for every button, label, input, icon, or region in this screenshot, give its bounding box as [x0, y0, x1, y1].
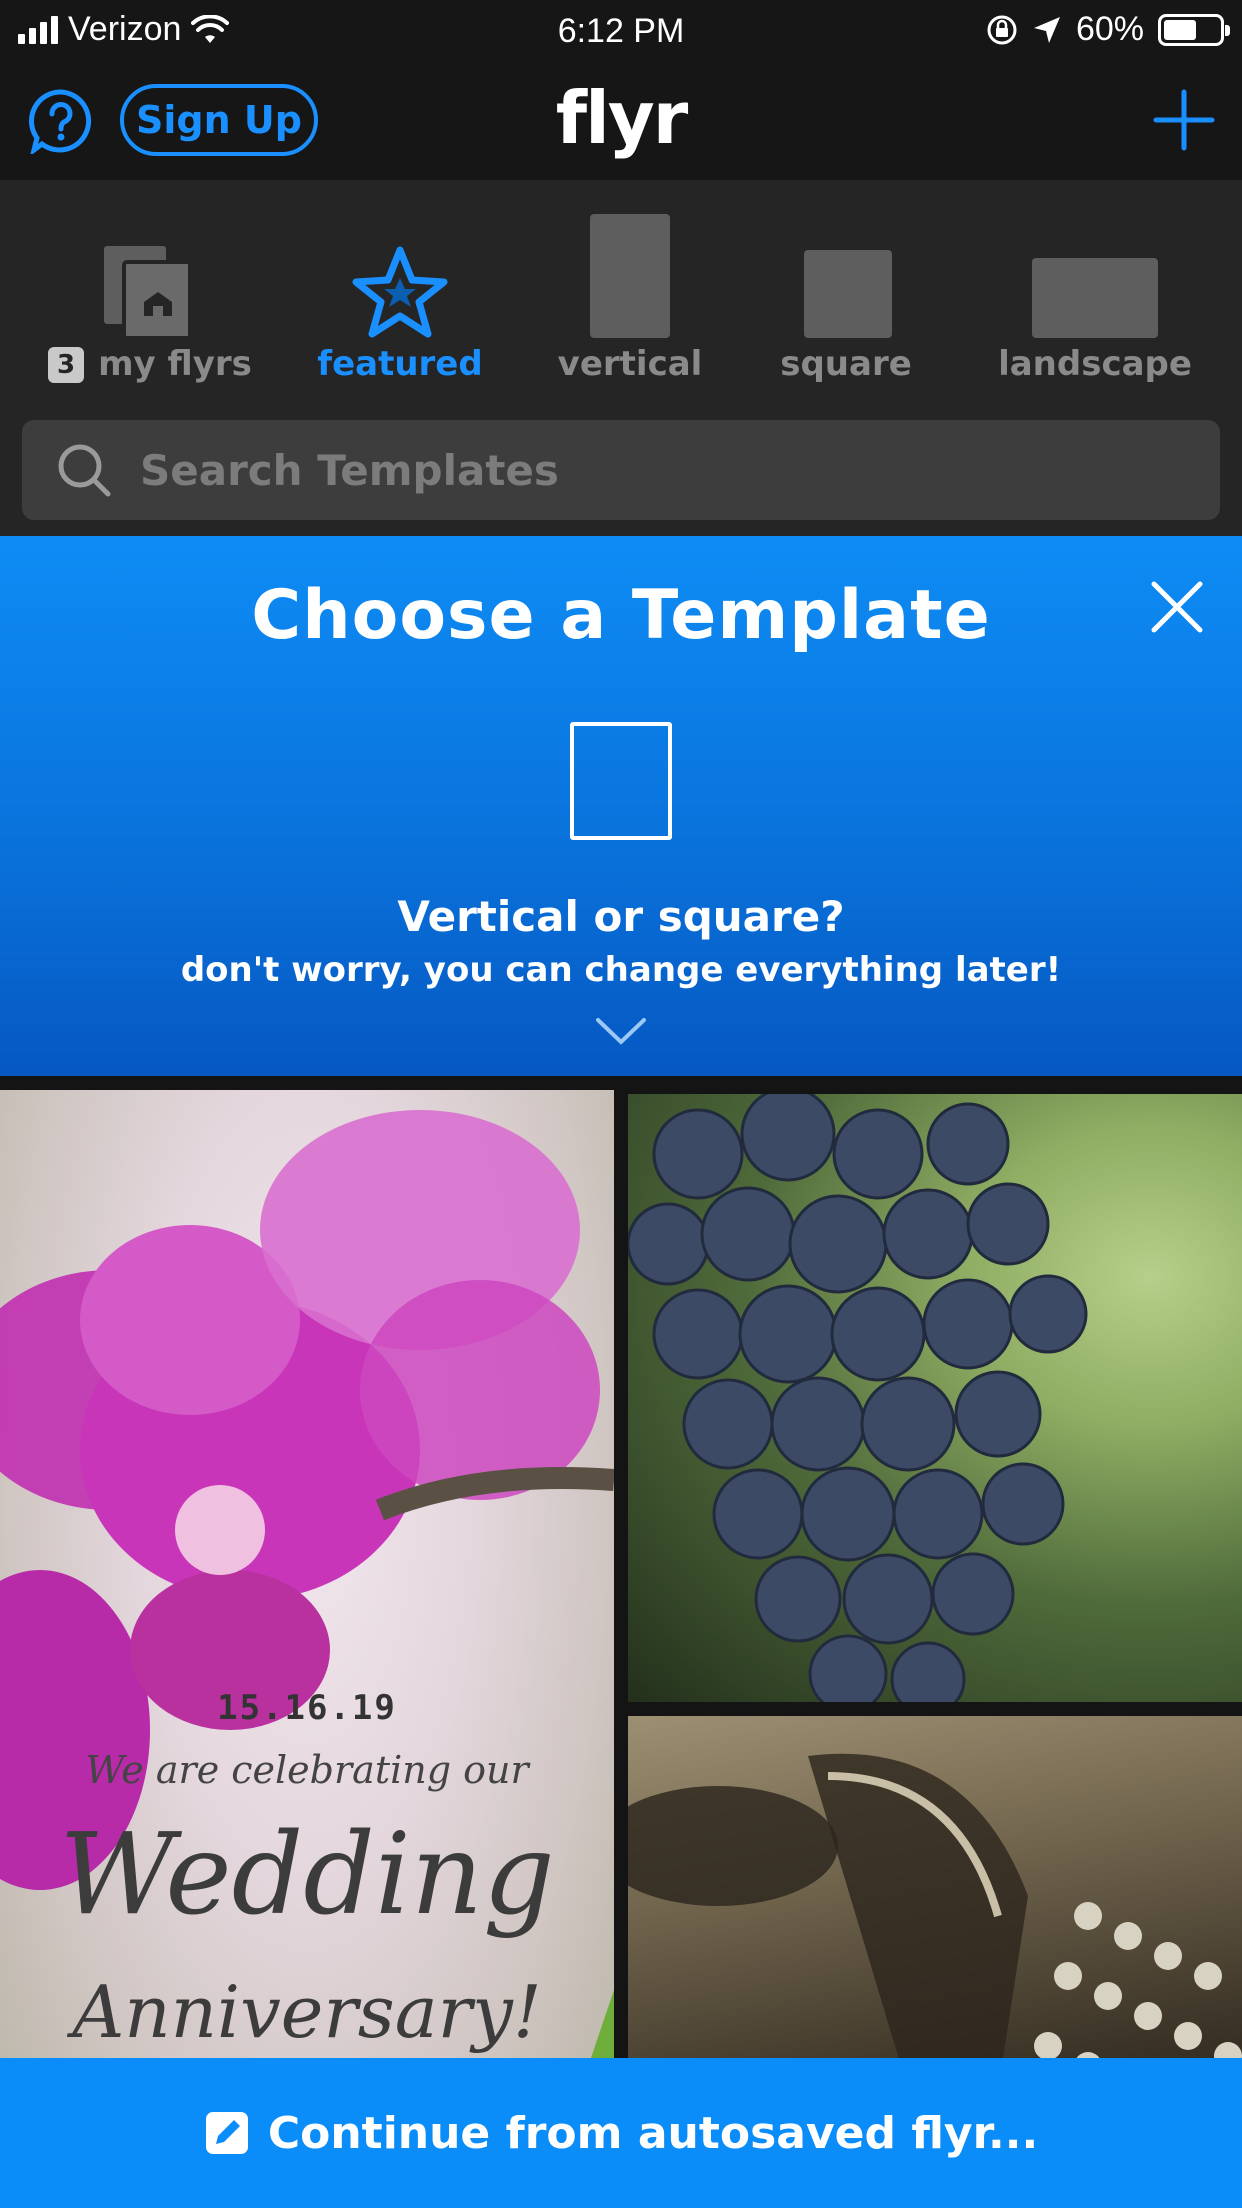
- top-nav-bar: Sign Up flyr: [0, 62, 1242, 180]
- search-icon: [58, 444, 111, 497]
- tab-featured-label: featured: [317, 344, 483, 384]
- search-input[interactable]: [140, 420, 1180, 520]
- continue-autosaved-label: Continue from autosaved flyr...: [267, 2107, 1039, 2159]
- template-grid: 15.16.19 We are celebrating our Wedding …: [0, 1076, 1242, 2208]
- square-frame-icon: [804, 250, 892, 338]
- star-icon: [352, 246, 448, 338]
- vertical-frame-icon: [590, 214, 670, 338]
- wedding-line: We are celebrating our: [85, 1748, 529, 1792]
- tab-my-flyrs-label: my flyrs: [98, 344, 252, 384]
- rotation-lock-icon: [987, 15, 1017, 44]
- sign-up-button[interactable]: Sign Up: [120, 84, 318, 156]
- edit-icon: [205, 2112, 248, 2154]
- landscape-frame-icon: [1032, 258, 1158, 338]
- vertical-frame-illustration: [570, 722, 672, 840]
- location-arrow-icon: [1033, 16, 1060, 43]
- template-card-wedding[interactable]: 15.16.19 We are celebrating our Wedding …: [0, 1090, 614, 2208]
- tab-my-flyrs[interactable]: 3 my flyrs: [40, 180, 260, 410]
- banner-question: Vertical or square?: [397, 892, 845, 941]
- banner-subtitle: don't worry, you can change everything l…: [180, 950, 1062, 990]
- search-field[interactable]: [22, 420, 1220, 520]
- wedding-anniversary: Anniversary!: [72, 1970, 542, 2054]
- tab-vertical-label: vertical: [557, 344, 703, 384]
- my-flyrs-icon: [104, 246, 192, 340]
- chevron-down-icon[interactable]: [594, 1016, 648, 1048]
- choose-template-banner: Choose a Template Vertical or square? do…: [0, 536, 1242, 1076]
- help-icon[interactable]: [28, 88, 94, 154]
- add-icon[interactable]: [1152, 88, 1216, 152]
- my-flyrs-count-badge: 3: [48, 347, 85, 383]
- tab-landscape-label: landscape: [998, 344, 1192, 384]
- battery-icon: [1158, 13, 1230, 46]
- status-right: 60%: [986, 10, 1230, 49]
- wedding-heading: Wedding: [59, 1810, 555, 1940]
- tab-square-label: square: [780, 344, 912, 384]
- grapes-image: [628, 1094, 1088, 1702]
- tab-vertical[interactable]: vertical: [540, 180, 720, 410]
- tab-landscape[interactable]: landscape: [980, 180, 1210, 410]
- banner-title: Choose a Template: [251, 576, 991, 655]
- template-card-grapes[interactable]: [628, 1094, 1242, 1702]
- close-icon[interactable]: [1146, 576, 1208, 638]
- tab-featured[interactable]: featured: [300, 180, 500, 410]
- template-category-tabs: 3 my flyrs featured vertical square lands…: [0, 180, 1242, 410]
- status-bar: Verizon 6:12 PM 60%: [0, 0, 1242, 62]
- battery-percent: 60%: [1075, 10, 1144, 48]
- wedding-date: 15.16.19: [217, 1688, 397, 1728]
- continue-autosaved-button[interactable]: Continue from autosaved flyr...: [0, 2058, 1242, 2208]
- tab-square[interactable]: square: [756, 180, 936, 410]
- search-bar-area: [0, 410, 1242, 536]
